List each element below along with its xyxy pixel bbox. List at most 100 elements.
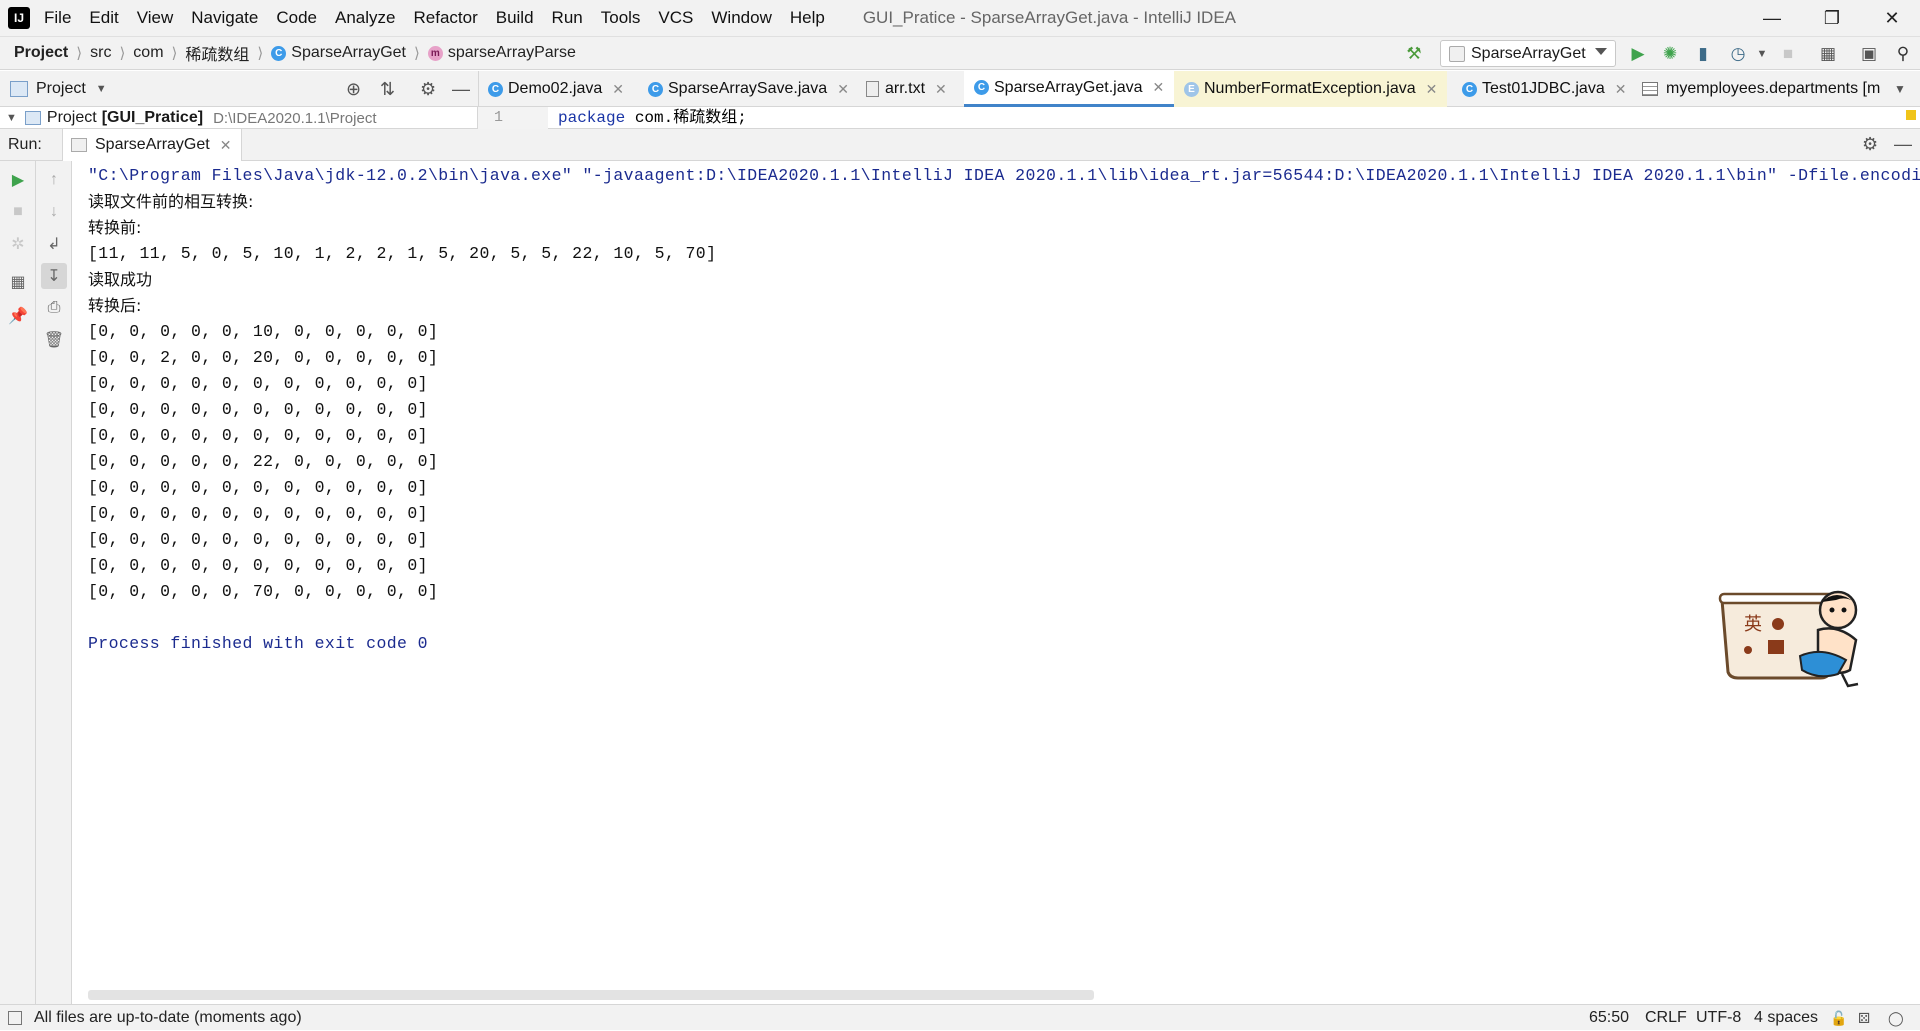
hide-panel-icon[interactable]: — [452,79,470,100]
breadcrumb-project[interactable]: Project [14,44,68,62]
search-icon[interactable]: ⚲ [1893,44,1913,64]
menu-build[interactable]: Build [496,8,534,28]
caret-position[interactable]: 65:50 [1589,1005,1629,1031]
close-tab-icon[interactable]: ✕ [1426,81,1438,98]
horizontal-scrollbar[interactable] [88,990,1094,1000]
pin-icon[interactable]: 📌 [5,303,31,329]
mascot-text: 英 [1744,614,1762,635]
table-icon [1642,82,1658,96]
lock-icon[interactable]: 🔓 [1830,1005,1847,1031]
console-command-line: "C:\Program Files\Java\jdk-12.0.2\bin\ja… [88,166,1920,185]
coverage-icon[interactable]: ▮ [1693,44,1713,64]
breadcrumb-class[interactable]: SparseArrayGet [291,44,406,62]
scroll-to-end-icon[interactable]: ↧ [41,263,67,289]
menu-file[interactable]: File [44,8,71,28]
tab-arr-txt[interactable]: arr.txt ✕ [866,71,947,107]
inspector-icon[interactable]: ⚄ [1858,1005,1870,1031]
project-root-label: Project [46,109,97,126]
arrow-down-icon[interactable]: ↓ [41,199,67,225]
class-icon: C [648,81,663,97]
breadcrumb-method[interactable]: sparseArrayParse [448,44,576,62]
menu-edit[interactable]: Edit [89,8,118,28]
menu-view[interactable]: View [137,8,174,28]
close-tab-icon[interactable]: ✕ [935,81,947,98]
menu-help[interactable]: Help [790,8,825,28]
project-tree-root[interactable]: ▼ Project [GUI_Pratice] D:\IDEA2020.1.1\… [0,107,478,129]
print-icon[interactable]: ⎙ [41,295,67,321]
menu-code[interactable]: Code [276,8,317,28]
indent-setting[interactable]: 4 spaces [1754,1005,1818,1031]
gear-icon[interactable]: ⚙ [420,79,436,100]
presentation-icon[interactable]: ▣ [1859,44,1879,64]
close-tab-icon[interactable]: ✕ [1615,81,1627,98]
tab-label: arr.txt [885,80,926,97]
restore-icon[interactable]: ❐ [1802,0,1862,36]
console-line: [0, 0, 0, 0, 0, 70, 0, 0, 0, 0, 0] [88,582,439,601]
chevron-down-icon[interactable]: ▼ [96,83,107,95]
close-tab-icon[interactable]: ✕ [220,137,232,154]
locate-icon[interactable]: ⊕ [346,79,361,100]
warning-marker-icon[interactable] [1906,110,1916,120]
restore-layout-icon[interactable]: ✲ [5,231,31,257]
minimize-icon[interactable]: — [1742,0,1802,36]
tab-myemployees-departments[interactable]: myemployees.departments [m [1642,71,1880,107]
tab-sparsearrayget[interactable]: C SparseArrayGet.java ✕ [964,71,1175,107]
menu-window[interactable]: Window [711,8,771,28]
trash-icon[interactable]: 🗑 [41,327,67,353]
console-line: [0, 0, 0, 0, 0, 10, 0, 0, 0, 0, 0] [88,322,439,341]
class-icon: C [271,45,287,61]
chevron-right-icon: ⟩ [76,45,83,62]
breadcrumb-com[interactable]: com [133,44,163,62]
code-line[interactable]: package com.稀疏数组; [558,107,747,129]
project-root-module: [GUI_Pratice] [101,109,204,126]
close-icon[interactable]: ✕ [1862,0,1920,36]
console-line: [0, 0, 0, 0, 0, 0, 0, 0, 0, 0, 0] [88,374,428,393]
run-configuration-label: SparseArrayGet [1471,44,1586,62]
run-icon[interactable]: ▶ [1628,44,1648,64]
run-configuration-select[interactable]: SparseArrayGet [1440,40,1616,67]
console-line: 转换前: [88,218,142,237]
more-run-chevron-icon[interactable]: ▼ [1752,44,1772,64]
run-tab-sparsearrayget[interactable]: SparseArrayGet ✕ [62,129,243,161]
arrow-up-icon[interactable]: ↑ [41,167,67,193]
line-separator[interactable]: CRLF [1645,1005,1687,1031]
hide-panel-icon[interactable]: — [1894,134,1912,155]
layout-icon[interactable]: ▦ [5,269,31,295]
menu-navigate[interactable]: Navigate [191,8,258,28]
breadcrumb-package[interactable]: 稀疏数组 [185,41,249,65]
menu-run[interactable]: Run [552,8,583,28]
build-hammer-icon[interactable]: ⚒ [1404,44,1424,64]
menu-refactor[interactable]: Refactor [413,8,477,28]
project-structure-icon[interactable]: ▦ [1818,44,1838,64]
toggle-tool-windows-icon[interactable] [8,1011,22,1025]
expand-arrow-icon[interactable]: ▼ [6,112,17,124]
status-message[interactable]: All files are up-to-date (moments ago) [34,1005,302,1031]
collapse-all-icon[interactable]: ⇅ [380,79,395,100]
chevron-right-icon: ⟩ [119,45,126,62]
event-log-icon[interactable]: ◯ [1888,1005,1904,1031]
gear-icon[interactable]: ⚙ [1862,134,1878,155]
console-output[interactable]: "C:\Program Files\Java\jdk-12.0.2\bin\ja… [72,161,1920,1004]
tab-demo02[interactable]: C Demo02.java ✕ [488,71,624,107]
class-icon: C [488,81,503,97]
menu-vcs[interactable]: VCS [658,8,693,28]
close-tab-icon[interactable]: ✕ [837,81,849,98]
tab-test01jdbc[interactable]: C Test01JDBC.java ✕ [1462,71,1626,107]
stop-icon[interactable]: ■ [5,199,31,225]
tabs-overflow-chevron-icon[interactable]: ▼ [1894,71,1906,107]
file-encoding[interactable]: UTF-8 [1696,1005,1741,1031]
breadcrumb-src[interactable]: src [90,44,111,62]
profile-icon[interactable]: ◷ [1728,44,1748,64]
menu-tools[interactable]: Tools [601,8,641,28]
rerun-icon[interactable]: ▶ [5,167,31,193]
code-text: com.稀疏数组; [625,109,747,127]
debug-icon[interactable]: ✺ [1660,44,1680,64]
soft-wrap-icon[interactable]: ↲ [41,231,67,257]
tab-numberformatexception[interactable]: E NumberFormatException.java ✕ [1174,71,1448,107]
close-tab-icon[interactable]: ✕ [612,81,624,98]
tab-sparsearraysave[interactable]: C SparseArraySave.java ✕ [648,71,849,107]
menu-analyze[interactable]: Analyze [335,8,395,28]
close-tab-icon[interactable]: ✕ [1153,79,1165,96]
project-panel-title[interactable]: Project [36,80,86,98]
stop-icon[interactable]: ■ [1778,44,1798,64]
